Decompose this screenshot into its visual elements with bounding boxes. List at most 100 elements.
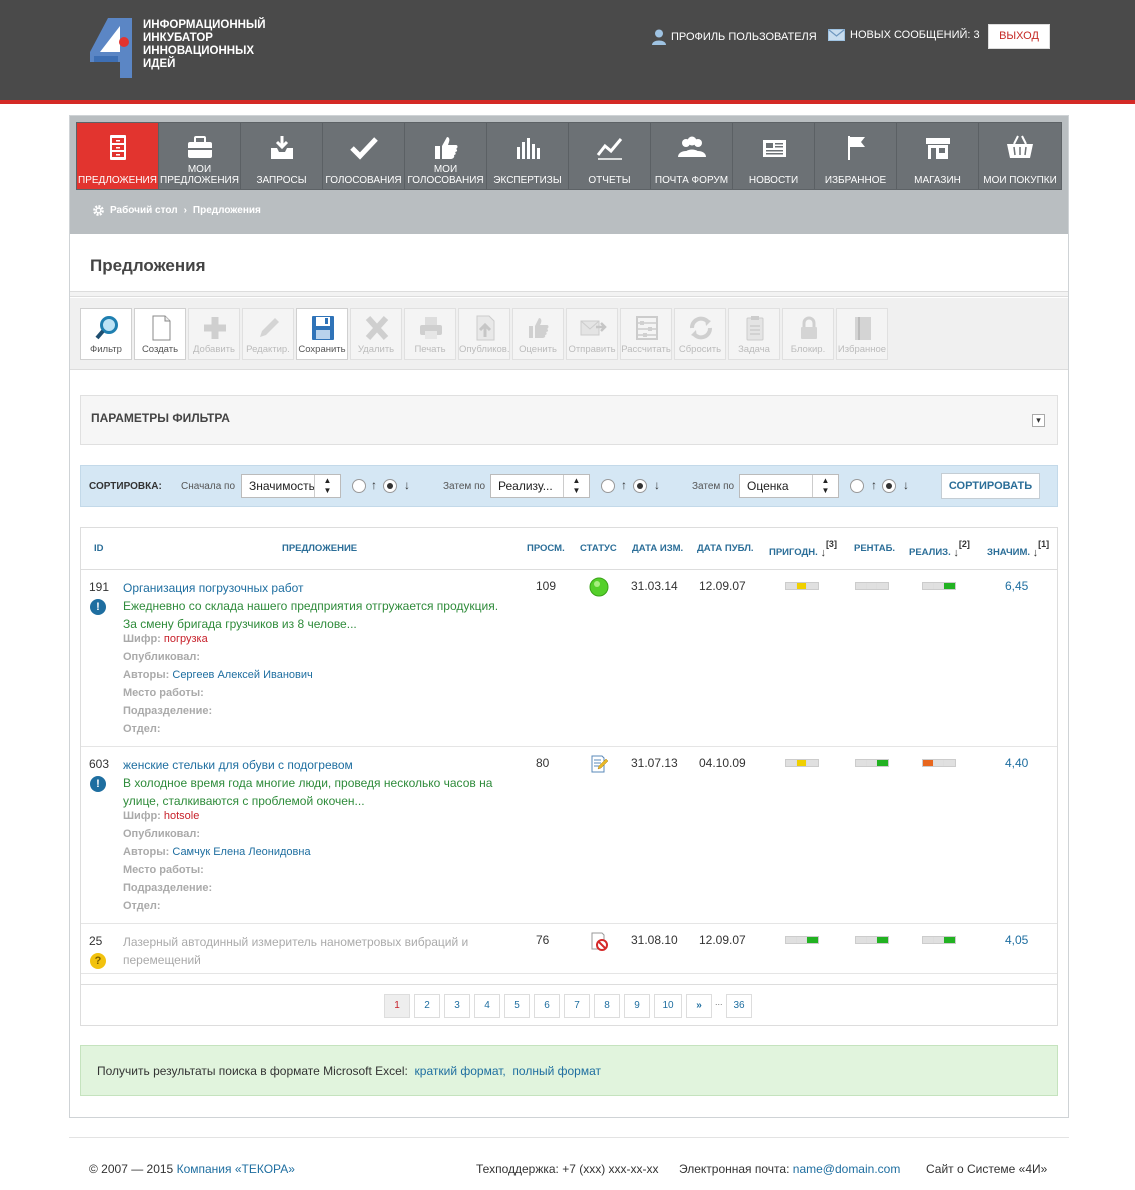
authors-value[interactable]: Сергеев Алексей Иванович xyxy=(172,669,312,681)
profile-link[interactable]: Профиль пользователя xyxy=(652,29,817,45)
sort-third-asc-radio[interactable] xyxy=(850,479,864,493)
sort-second-desc-radio[interactable] xyxy=(633,479,647,493)
nav-item-requests[interactable]: Запросы xyxy=(241,123,323,189)
question-badge-icon: ? xyxy=(90,953,106,969)
authors-value[interactable]: Самчук Елена Леонидовна xyxy=(172,846,310,858)
sort-second-select[interactable]: Реализу... ▲ ▼ xyxy=(490,474,590,498)
column-header-published[interactable]: ДАТА ПУБЛ. xyxy=(697,543,754,554)
page-button-4[interactable]: 4 xyxy=(474,994,500,1018)
meter-segment xyxy=(807,583,818,589)
reset-button[interactable]: Сбросить xyxy=(674,308,726,360)
sort-third-desc-radio[interactable] xyxy=(882,479,896,493)
column-header-views[interactable]: ПРОСМ. xyxy=(527,543,565,554)
nav-item-reports[interactable]: Отчеты xyxy=(569,123,651,189)
column-header-modified[interactable]: ДАТА ИЗМ. xyxy=(632,543,683,554)
blocked-document-icon xyxy=(591,932,608,951)
meter-segment xyxy=(866,760,878,766)
exit-button[interactable]: Выход xyxy=(988,24,1050,49)
messages-link[interactable]: Новых сообщений: 3 xyxy=(828,29,980,42)
add-button[interactable]: Добавить xyxy=(188,308,240,360)
nav-item-mail-forum[interactable]: Почта форум xyxy=(651,123,733,189)
page-button-7[interactable]: 7 xyxy=(564,994,590,1018)
column-header-significance[interactable]: ЗНАЧИМ. ↓[1] xyxy=(987,539,1049,559)
save-button[interactable]: Сохранить xyxy=(296,308,348,360)
page-button-3[interactable]: 3 xyxy=(444,994,470,1018)
company-link[interactable]: Компания «ТЕКОРА» xyxy=(177,1162,295,1176)
significance-value[interactable]: 6,45 xyxy=(1005,579,1028,593)
block-button[interactable]: Блокир. xyxy=(782,308,834,360)
logo-line: инкубатор xyxy=(143,32,213,44)
footer-support: Техподдержка: +7 (xxx) xxx-xx-xx xyxy=(476,1162,659,1176)
logo[interactable]: Информационный инкубатор инновационных и… xyxy=(88,16,265,80)
sort-button[interactable]: СОРТИРОВАТЬ xyxy=(941,473,1040,499)
create-button[interactable]: Создать xyxy=(134,308,186,360)
column-header-realization[interactable]: РЕАЛИЗ. ↓[2] xyxy=(909,539,970,559)
meter-segment xyxy=(807,760,818,766)
sort-first-asc-radio[interactable] xyxy=(352,479,366,493)
page-button-6[interactable]: 6 xyxy=(534,994,560,1018)
edit-button[interactable]: Редактир. xyxy=(242,308,294,360)
meter-segment xyxy=(944,760,955,766)
significance-value[interactable]: 4,05 xyxy=(1005,933,1028,947)
excel-short-format-link[interactable]: краткий формат, xyxy=(415,1064,506,1078)
delete-button[interactable]: Удалить xyxy=(350,308,402,360)
print-button[interactable]: Печать xyxy=(404,308,456,360)
calculate-button[interactable]: Рассчитать xyxy=(620,308,672,360)
proposal-title-link[interactable]: Организация погрузочных работ xyxy=(123,579,523,597)
expand-toggle-icon[interactable]: ▾ xyxy=(1032,414,1045,427)
table-row[interactable]: 603 ! женские стельки для обуви с подогр… xyxy=(81,747,1057,924)
nav-item-expertise[interactable]: Экспертизы xyxy=(487,123,569,189)
column-header-proposal[interactable]: ПРЕДЛОЖЕНИЕ xyxy=(282,543,357,554)
email-link[interactable]: name@domain.com xyxy=(793,1162,901,1176)
sort-first-select[interactable]: Значимость ▲ ▼ xyxy=(241,474,341,498)
proposal-title-link[interactable]: женские стельки для обуви с подогревом xyxy=(123,756,523,774)
next-page-button[interactable]: » xyxy=(686,994,712,1018)
sort-second-asc-radio[interactable] xyxy=(601,479,615,493)
badge-text: ! xyxy=(96,778,100,790)
footer-divider xyxy=(69,1137,1069,1138)
page-button-9[interactable]: 9 xyxy=(624,994,650,1018)
nav-item-votes[interactable]: Голосования xyxy=(323,123,405,189)
rate-button[interactable]: Оценить xyxy=(512,308,564,360)
filter-button[interactable]: Фильтр xyxy=(80,308,132,360)
nav-item-favorites[interactable]: Избранное xyxy=(815,123,897,189)
system-site-link[interactable]: Сайт о Системе «4И» xyxy=(926,1162,1047,1176)
sort-then-label: Затем по xyxy=(692,481,735,492)
column-header-profitability[interactable]: РЕНТАБ. xyxy=(854,543,895,554)
desc-arrow-icon: ↓ xyxy=(903,478,909,492)
sort-third-select[interactable]: Оценка ▲ ▼ xyxy=(739,474,839,498)
send-button[interactable]: Отправить xyxy=(566,308,618,360)
column-header-status[interactable]: СТАТУС xyxy=(580,543,617,554)
significance-value[interactable]: 4,40 xyxy=(1005,756,1028,770)
nav-item-proposals[interactable]: Предложения xyxy=(77,123,159,189)
page-button-2[interactable]: 2 xyxy=(414,994,440,1018)
page-button-1[interactable]: 1 xyxy=(384,994,410,1018)
nav-item-news[interactable]: Новости xyxy=(733,123,815,189)
nav-item-shop[interactable]: Магазин xyxy=(897,123,979,189)
filter-params-panel[interactable]: ПАРАМЕТРЫ ФИЛЬТРА ▾ xyxy=(80,395,1058,445)
meter-segment xyxy=(866,583,878,589)
task-button[interactable]: Задача xyxy=(728,308,780,360)
nav-item-my-purchases[interactable]: Мои покупки xyxy=(979,123,1061,189)
last-page-button[interactable]: 36 xyxy=(726,994,752,1018)
proposal-title-link[interactable]: Лазерный автодинный измеритель нанометро… xyxy=(123,933,503,969)
nav-label: Новости xyxy=(748,175,799,186)
column-header-id[interactable]: ID xyxy=(94,543,104,554)
sort-first-desc-radio[interactable] xyxy=(383,479,397,493)
nav-item-my-votes[interactable]: Мои голосования xyxy=(405,123,487,189)
table-row[interactable]: 191 ! Организация погрузочных работ Ежед… xyxy=(81,570,1057,747)
breadcrumb-home[interactable]: Рабочий стол xyxy=(110,205,178,216)
sort-first-value: Значимость xyxy=(249,479,315,493)
publish-button[interactable]: Опубликов. xyxy=(458,308,510,360)
nav-item-my-proposals[interactable]: Мои предложения xyxy=(159,123,241,189)
column-header-suitability[interactable]: ПРИГОДН. ↓[3] xyxy=(769,539,837,559)
table-row[interactable]: 25 ? Лазерный автодинный измеритель нано… xyxy=(81,924,1057,974)
favorite-button[interactable]: Избранное xyxy=(836,308,888,360)
page-button-5[interactable]: 5 xyxy=(504,994,530,1018)
refresh-icon xyxy=(690,316,712,340)
page-button-8[interactable]: 8 xyxy=(594,994,620,1018)
excel-full-format-link[interactable]: полный формат xyxy=(512,1064,601,1078)
page-button-10[interactable]: 10 xyxy=(654,994,682,1018)
email-label: Электронная почта: xyxy=(679,1162,790,1176)
modified-date: 31.07.13 xyxy=(631,756,678,770)
